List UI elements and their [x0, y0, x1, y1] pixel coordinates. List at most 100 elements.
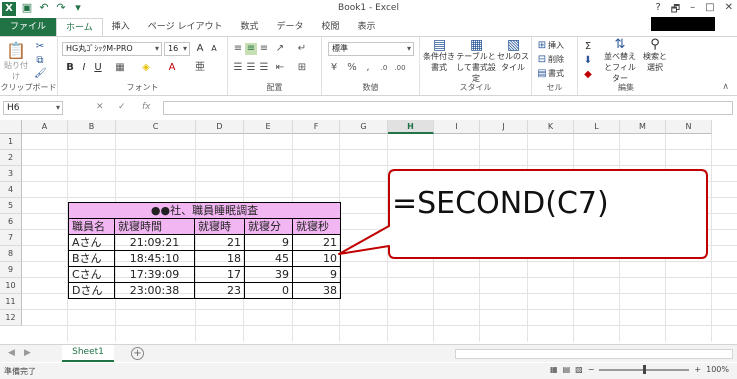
align-bottom-icon[interactable]: ≡	[258, 43, 270, 55]
zoom-level[interactable]: 100%	[706, 365, 729, 374]
sort-filter-button[interactable]: ⇅ 並べ替えとフィルター	[602, 38, 638, 84]
table-cell[interactable]: 10	[292, 250, 341, 267]
column-header-f[interactable]: F	[293, 120, 340, 134]
table-cell[interactable]: 9	[244, 234, 293, 251]
align-center-icon[interactable]: ☰	[245, 62, 257, 74]
comma-icon[interactable]: ,	[362, 62, 374, 74]
wrap-text-icon[interactable]: ↵	[296, 43, 308, 55]
name-box[interactable]: H6	[3, 101, 63, 115]
tab-view[interactable]: 表示	[349, 18, 385, 37]
column-header-a[interactable]: A	[22, 120, 68, 134]
row-header-7[interactable]: 7	[0, 230, 22, 246]
normal-view-icon[interactable]: ▦	[550, 365, 558, 374]
column-header-c[interactable]: C	[116, 120, 196, 134]
tab-data[interactable]: データ	[267, 18, 312, 37]
fill-icon[interactable]: ⬇	[582, 55, 594, 67]
horizontal-scrollbar[interactable]	[455, 349, 733, 359]
row-header-11[interactable]: 11	[0, 294, 22, 310]
cancel-formula-icon[interactable]: ✕	[96, 102, 104, 112]
table-cell[interactable]: 45	[244, 250, 293, 267]
cut-icon[interactable]: ✂	[34, 41, 46, 53]
formula-input[interactable]	[163, 101, 733, 115]
cell-styles-button[interactable]: ▧ セルのスタイル	[496, 38, 530, 73]
column-header-g[interactable]: G	[340, 120, 388, 134]
align-left-icon[interactable]: ☰	[232, 62, 244, 74]
table-title[interactable]: ●●社、職員睡眠調査	[68, 202, 341, 219]
orientation-icon[interactable]: ↗	[274, 43, 286, 55]
insert-cells-button[interactable]: ⊞ 挿入	[536, 40, 564, 52]
row-header-10[interactable]: 10	[0, 278, 22, 294]
grow-font-icon[interactable]: A	[194, 43, 206, 55]
column-header-n[interactable]: N	[666, 120, 712, 134]
collapse-ribbon-icon[interactable]: ∧	[722, 82, 729, 92]
row-header-3[interactable]: 3	[0, 166, 22, 182]
table-cell[interactable]: 17:39:09	[114, 266, 195, 283]
table-cell[interactable]: 18	[194, 250, 245, 267]
zoom-in-icon[interactable]: +	[694, 365, 701, 374]
table-cell[interactable]: Dさん	[68, 282, 115, 299]
find-select-button[interactable]: ⚲ 検索と選択	[640, 38, 670, 73]
currency-icon[interactable]: ¥	[328, 62, 340, 74]
font-size-select[interactable]: 16	[164, 42, 190, 56]
row-header-5[interactable]: 5	[0, 198, 22, 214]
column-header-j[interactable]: J	[480, 120, 528, 134]
italic-icon[interactable]: I	[78, 62, 90, 74]
number-format-select[interactable]: 標準	[328, 42, 414, 56]
column-header-h[interactable]: H	[388, 120, 434, 134]
column-header-m[interactable]: M	[620, 120, 666, 134]
indent-icon[interactable]: ⇤	[274, 62, 286, 74]
column-header-d[interactable]: D	[196, 120, 244, 134]
clear-icon[interactable]: ◆	[582, 69, 594, 81]
row-header-1[interactable]: 1	[0, 134, 22, 150]
table-header[interactable]: 就寝時	[194, 218, 245, 235]
column-header-i[interactable]: I	[434, 120, 480, 134]
table-cell[interactable]: Cさん	[68, 266, 115, 283]
align-middle-icon[interactable]: ≡	[245, 43, 257, 55]
tab-home[interactable]: ホーム	[56, 18, 103, 37]
close-button[interactable]: ✕	[725, 2, 733, 19]
table-cell[interactable]: 23:00:38	[114, 282, 195, 299]
table-cell[interactable]: 21	[194, 234, 245, 251]
copy-icon[interactable]: ⧉	[34, 55, 46, 67]
row-header-6[interactable]: 6	[0, 214, 22, 230]
delete-cells-button[interactable]: ⊟ 削除	[536, 54, 564, 66]
table-cell[interactable]: 18:45:10	[114, 250, 195, 267]
table-cell[interactable]: 0	[244, 282, 293, 299]
table-cell[interactable]: 38	[292, 282, 341, 299]
table-cell[interactable]: 17	[194, 266, 245, 283]
decrease-decimal-icon[interactable]: .00	[394, 62, 406, 74]
table-header[interactable]: 職員名	[68, 218, 115, 235]
bold-icon[interactable]: B	[64, 62, 76, 74]
borders-icon[interactable]: ▦	[114, 62, 126, 74]
column-header-k[interactable]: K	[528, 120, 574, 134]
page-layout-view-icon[interactable]: ▤	[563, 365, 571, 374]
font-name-select[interactable]: HG丸ｺﾞｼｯｸM-PRO	[62, 42, 162, 56]
align-top-icon[interactable]: ≡	[232, 43, 244, 55]
row-header-4[interactable]: 4	[0, 182, 22, 198]
table-cell[interactable]: 9	[292, 266, 341, 283]
underline-icon[interactable]: U	[92, 62, 104, 74]
table-cell[interactable]: 23	[194, 282, 245, 299]
table-header[interactable]: 就寝分	[244, 218, 293, 235]
conditional-format-button[interactable]: ▤ 条件付き書式	[422, 38, 456, 73]
tab-review[interactable]: 校閲	[312, 18, 348, 37]
merge-center-icon[interactable]: ⊞	[296, 62, 308, 74]
font-color-icon[interactable]: A	[166, 62, 178, 74]
add-sheet-button[interactable]: +	[131, 347, 144, 360]
column-header-l[interactable]: L	[574, 120, 620, 134]
tab-page-layout[interactable]: ページ レイアウト	[139, 18, 232, 37]
enter-formula-icon[interactable]: ✓	[118, 102, 126, 112]
tab-formulas[interactable]: 数式	[231, 18, 267, 37]
format-as-table-button[interactable]: ▦ テーブルとして書式設定	[456, 38, 496, 84]
row-header-12[interactable]: 12	[0, 310, 22, 326]
table-cell[interactable]: 21	[292, 234, 341, 251]
row-header-2[interactable]: 2	[0, 150, 22, 166]
align-right-icon[interactable]: ☰	[258, 62, 270, 74]
table-cell[interactable]: Bさん	[68, 250, 115, 267]
percent-icon[interactable]: %	[346, 62, 358, 74]
page-break-view-icon[interactable]: ▧	[575, 365, 583, 374]
table-cell[interactable]: 39	[244, 266, 293, 283]
zoom-slider-knob[interactable]	[643, 364, 647, 374]
prev-sheet-icon[interactable]: ◀	[8, 348, 15, 358]
tab-insert[interactable]: 挿入	[103, 18, 139, 37]
